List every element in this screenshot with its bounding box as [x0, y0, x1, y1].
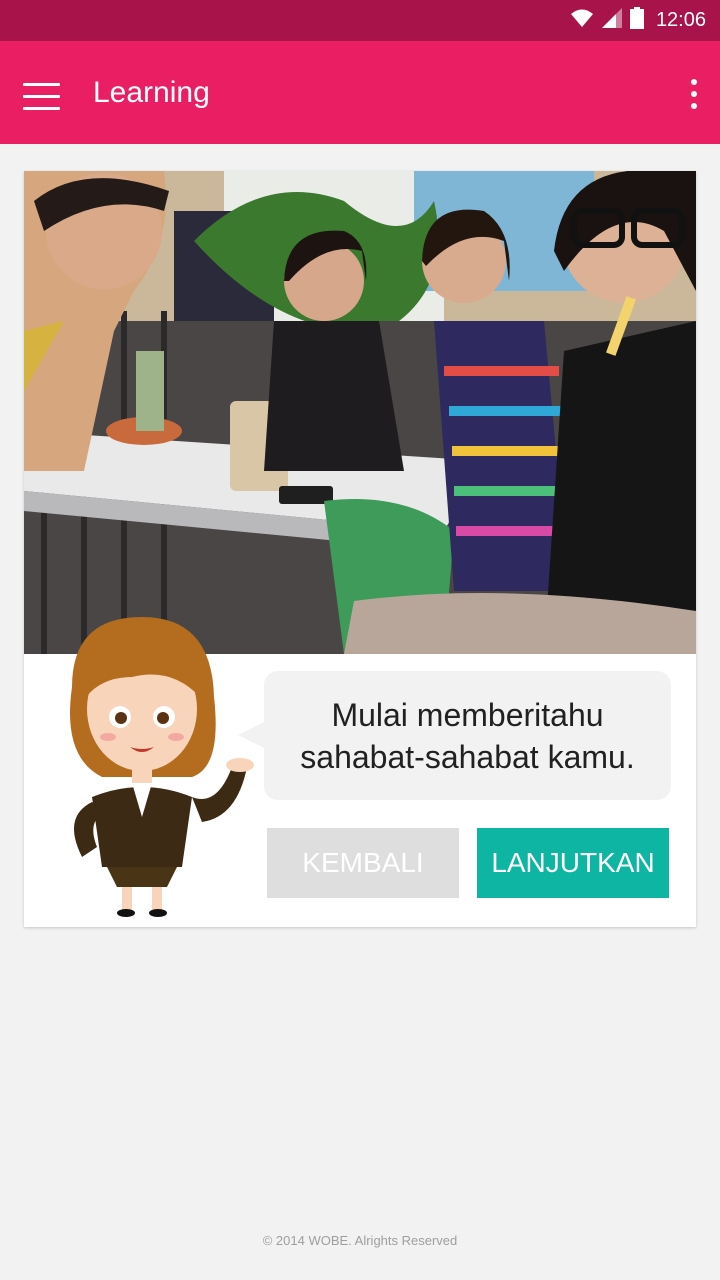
- more-vert-icon[interactable]: [676, 67, 712, 119]
- app-bar: Learning: [0, 41, 720, 144]
- status-bar: 12:06: [0, 0, 720, 41]
- battery-icon: [629, 7, 644, 34]
- tutor-mascot: [42, 617, 254, 917]
- lesson-photo: [24, 171, 696, 654]
- status-icons: 12:06: [570, 0, 706, 41]
- hamburger-menu-icon[interactable]: [14, 69, 70, 117]
- wifi-icon: [570, 8, 594, 33]
- speech-text: Mulai memberitahu sahabat-sahabat kamu.: [300, 696, 635, 775]
- copyright-footer: © 2014 WOBE. Alrights Reserved: [262, 1233, 458, 1248]
- back-button[interactable]: KEMBALI: [267, 828, 459, 898]
- lesson-card: Mulai memberitahu sahabat-sahabat kamu. …: [24, 171, 696, 927]
- app-title: Learning: [93, 76, 210, 109]
- status-time: 12:06: [655, 9, 706, 31]
- next-button[interactable]: LANJUTKAN: [477, 828, 669, 898]
- signal-icon: [601, 8, 622, 33]
- speech-bubble: Mulai memberitahu sahabat-sahabat kamu.: [238, 671, 671, 800]
